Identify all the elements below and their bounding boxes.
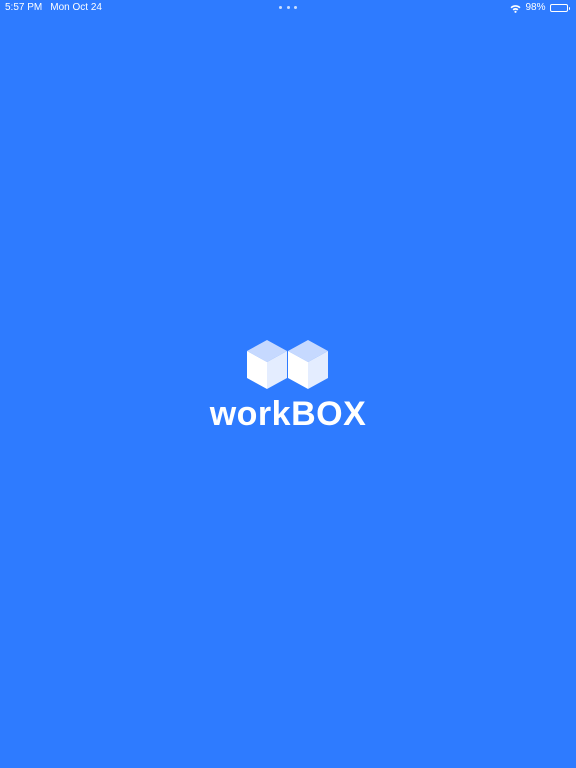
cubes-logo-icon [247, 340, 328, 389]
status-bar: 5:57 PM Mon Oct 24 98% [0, 0, 576, 16]
battery-percent: 98% [525, 2, 546, 13]
splash-logo: workBOX [0, 340, 576, 440]
battery-icon [549, 4, 570, 12]
status-right: 98% [510, 0, 570, 16]
app-name: workBOX [209, 395, 367, 433]
status-date: Mon Oct 24 [50, 2, 102, 13]
wifi-icon [510, 4, 521, 13]
multitasking-dots-icon[interactable] [279, 6, 297, 10]
status-left: 5:57 PM Mon Oct 24 [5, 0, 102, 16]
status-time: 5:57 PM [5, 2, 43, 13]
